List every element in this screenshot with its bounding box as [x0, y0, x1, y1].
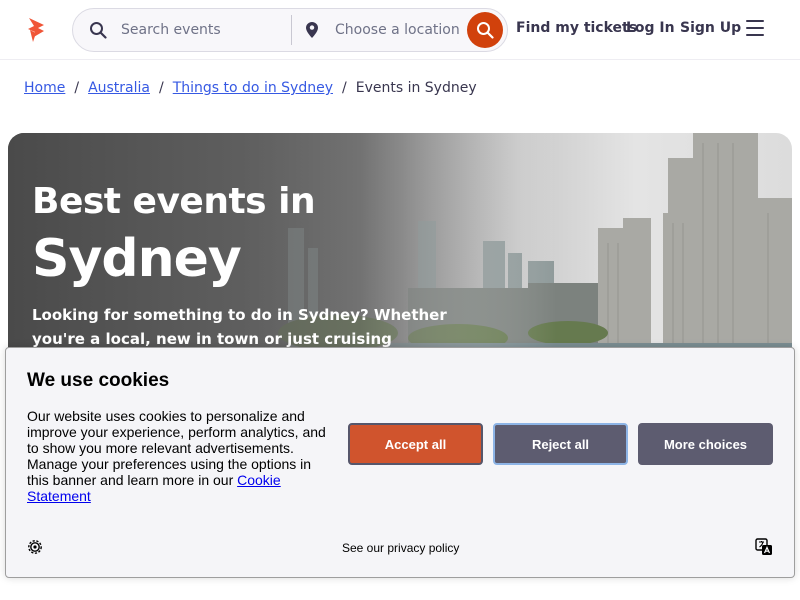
- more-choices-button[interactable]: More choices: [638, 423, 773, 465]
- search-icon: [477, 22, 494, 39]
- location-pin-icon: [306, 22, 318, 38]
- eventbrite-logo-icon[interactable]: [24, 16, 48, 44]
- breadcrumb-separator: /: [159, 80, 164, 96]
- hero-title-line1: Best events in: [32, 181, 316, 222]
- language-translate-icon[interactable]: [755, 538, 773, 556]
- hamburger-menu-icon[interactable]: [746, 20, 766, 38]
- search-divider: [291, 15, 292, 45]
- breadcrumb-australia[interactable]: Australia: [88, 80, 150, 96]
- breadcrumb-separator: /: [74, 80, 80, 96]
- site-header: Find my tickets Log In Sign Up: [0, 0, 800, 60]
- search-events-input[interactable]: [121, 18, 291, 42]
- privacy-policy-link[interactable]: See our privacy policy: [342, 541, 459, 555]
- breadcrumb-current: Events in Sydney: [355, 80, 477, 96]
- cookie-consent-banner: We use cookies Our website uses cookies …: [5, 347, 795, 578]
- location-input[interactable]: [335, 18, 465, 42]
- accept-all-button[interactable]: Accept all: [348, 423, 483, 465]
- search-icon: [90, 22, 107, 39]
- cookie-banner-text: Our website uses cookies to personalize …: [27, 408, 335, 504]
- breadcrumb-home[interactable]: Home: [24, 80, 65, 96]
- login-link[interactable]: Log In: [626, 20, 675, 36]
- breadcrumb-separator: /: [342, 80, 347, 96]
- search-bar: [72, 8, 508, 52]
- search-submit-button[interactable]: [467, 12, 503, 48]
- breadcrumb: Home / Australia / Things to do in Sydney / Ev…: [24, 80, 477, 100]
- breadcrumb-things-to-do[interactable]: Things to do in Sydney: [173, 80, 333, 96]
- hero-title-city: Sydney: [32, 229, 242, 289]
- signup-link[interactable]: Sign Up: [680, 20, 741, 36]
- find-my-tickets-link[interactable]: Find my tickets: [516, 20, 637, 36]
- cookie-banner-title: We use cookies: [27, 370, 170, 391]
- cookie-settings-gear-icon[interactable]: [27, 539, 43, 555]
- reject-all-button[interactable]: Reject all: [493, 423, 628, 465]
